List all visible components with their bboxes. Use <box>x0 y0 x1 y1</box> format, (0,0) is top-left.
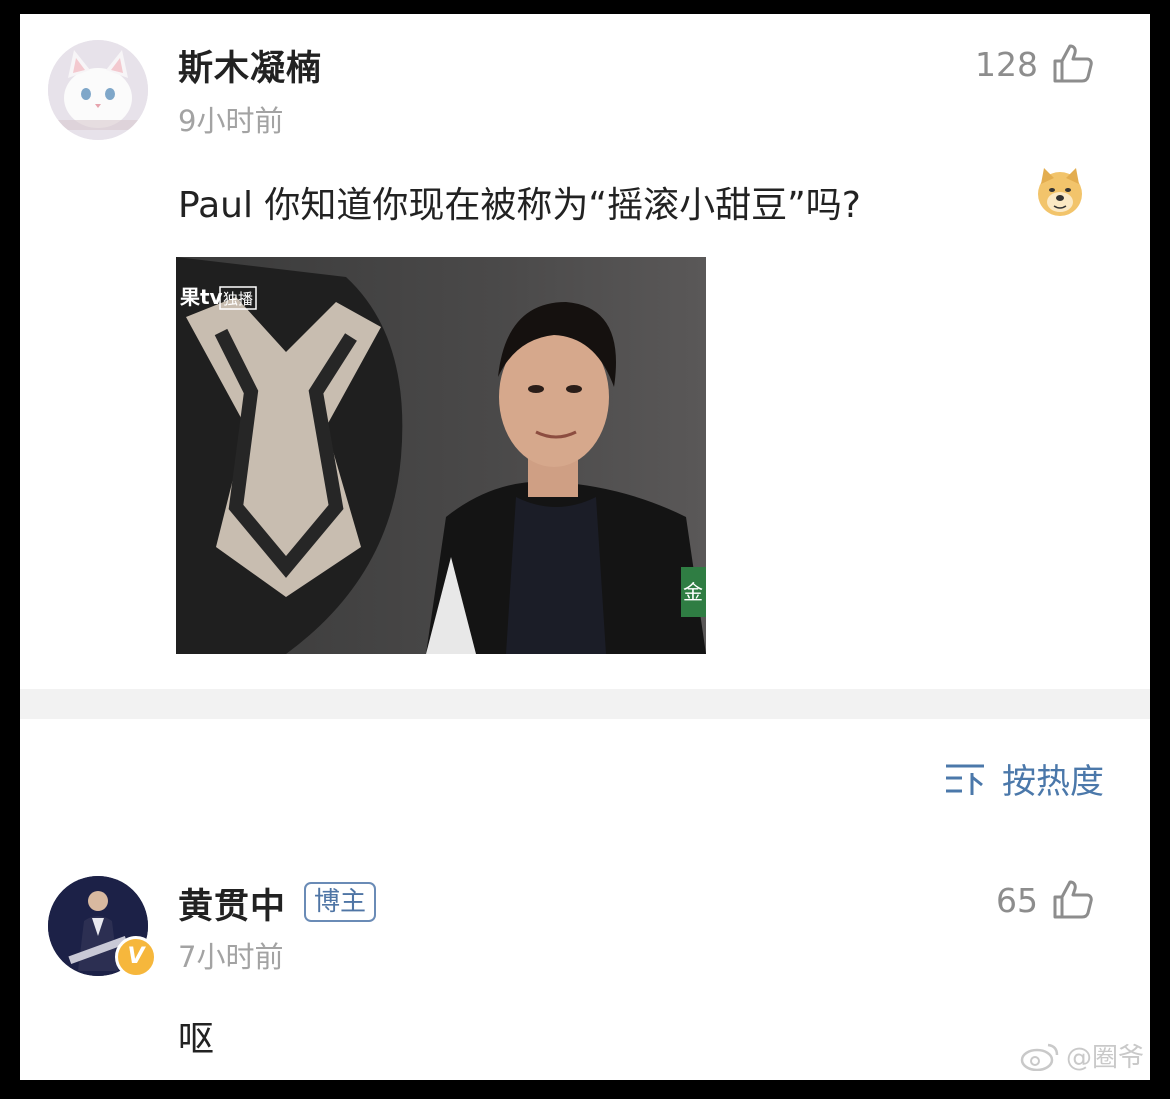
comment-username[interactable]: 黄贯中 <box>178 878 286 929</box>
verified-badge-icon: V <box>115 936 157 978</box>
weibo-logo-icon <box>1020 1043 1059 1071</box>
comment-image[interactable]: 果tv 独播 金 <box>176 257 706 654</box>
thumbs-up-icon <box>1053 44 1093 83</box>
sort-by-hot-button[interactable]: 按热度 <box>944 754 1104 803</box>
like-count: 128 <box>975 44 1038 84</box>
like-button[interactable]: 128 <box>975 42 1094 86</box>
comment-timestamp: 7小时前 <box>178 940 284 974</box>
sort-label: 按热度 <box>1002 762 1104 802</box>
weibo-watermark: @圈爷 <box>1020 1037 1144 1074</box>
doge-emoji-icon <box>1038 168 1082 216</box>
comment-username[interactable]: 斯木凝楠 <box>178 40 322 91</box>
user-avatar[interactable] <box>48 40 148 140</box>
comment-panel: 斯木凝楠 9小时前 128 Paul 你知道你现在被称为“摇滚小甜豆”吗? 果t… <box>20 14 1150 1080</box>
author-badge: 博主 <box>304 882 377 922</box>
sort-icon <box>946 764 984 795</box>
like-button[interactable]: 65 <box>996 878 1094 922</box>
video-still-image: 果tv 独播 金 <box>176 257 706 654</box>
comment-text: 呕 <box>178 1019 215 1060</box>
channel-tag: 独播 <box>223 290 253 308</box>
like-count: 65 <box>996 880 1038 920</box>
section-divider <box>20 689 1150 719</box>
corner-logo-text: 金 <box>683 580 703 604</box>
comment-timestamp: 9小时前 <box>178 104 284 138</box>
cat-avatar-icon <box>48 40 148 140</box>
comment-text: Paul 你知道你现在被称为“摇滚小甜豆”吗? <box>178 185 861 226</box>
channel-logo: 果tv <box>180 285 223 309</box>
watermark-text: @圈爷 <box>1065 1043 1144 1073</box>
thumbs-up-icon <box>1053 880 1093 919</box>
